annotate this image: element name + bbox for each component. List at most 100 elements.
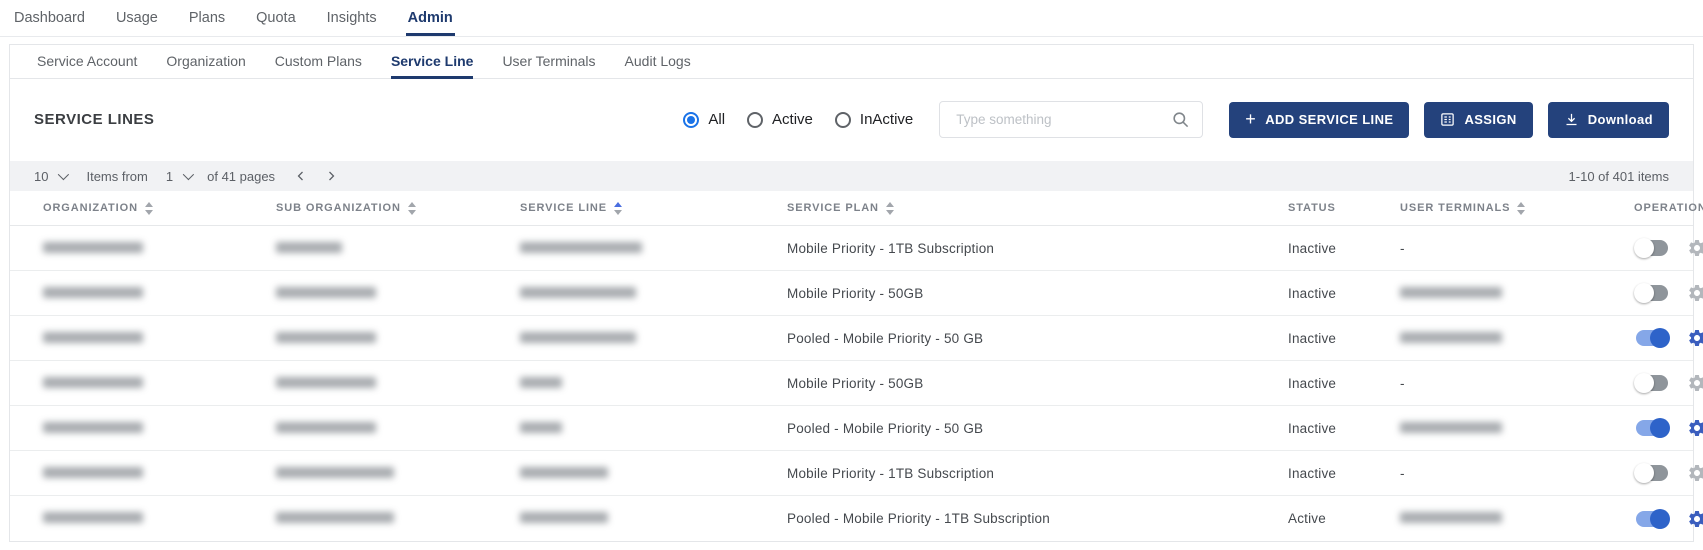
radio-label: All bbox=[708, 111, 725, 128]
page-nav bbox=[295, 170, 337, 182]
radio-label: InActive bbox=[860, 111, 913, 128]
pages-count-label: of 41 pages bbox=[207, 169, 275, 184]
tab-label: Audit Logs bbox=[625, 53, 691, 69]
column-header-user-terminals[interactable]: USER TERMINALS bbox=[1400, 202, 1634, 215]
redacted-text bbox=[520, 512, 608, 523]
gear-icon[interactable] bbox=[1687, 463, 1703, 483]
service-line-cell bbox=[520, 376, 787, 391]
column-header-service-line[interactable]: SERVICE LINE bbox=[520, 202, 787, 215]
redacted-text bbox=[520, 242, 642, 253]
user-terminals-cell: - bbox=[1400, 241, 1634, 256]
redacted-text bbox=[520, 332, 636, 343]
status-cell: Inactive bbox=[1288, 466, 1400, 481]
redacted-text bbox=[43, 242, 143, 253]
column-header-label: OPERATIONS bbox=[1634, 202, 1703, 214]
column-header-label: ORGANIZATION bbox=[43, 202, 138, 214]
organization-cell bbox=[43, 511, 276, 526]
sort-arrows-icon bbox=[408, 202, 416, 215]
user-terminals-cell bbox=[1400, 511, 1634, 526]
tab-user-terminals[interactable]: User Terminals bbox=[502, 45, 595, 78]
chevron-right-icon[interactable] bbox=[325, 170, 337, 182]
row-toggle[interactable] bbox=[1634, 328, 1670, 348]
tab-service-account[interactable]: Service Account bbox=[37, 45, 137, 78]
topnav-item-label: Insights bbox=[327, 10, 377, 26]
page-size-select[interactable]: 10 bbox=[34, 169, 66, 184]
row-toggle[interactable] bbox=[1634, 238, 1670, 258]
topnav-item-insights[interactable]: Insights bbox=[325, 0, 379, 36]
tab-service-line[interactable]: Service Line bbox=[391, 45, 474, 78]
organization-cell bbox=[43, 466, 276, 481]
gear-icon[interactable] bbox=[1687, 238, 1703, 258]
assign-button[interactable]: ASSIGN bbox=[1424, 102, 1532, 138]
row-toggle[interactable] bbox=[1634, 283, 1670, 303]
column-header-sub-organization[interactable]: SUB ORGANIZATION bbox=[276, 202, 520, 215]
user-terminals-cell bbox=[1400, 421, 1634, 436]
column-header-label: SUB ORGANIZATION bbox=[276, 202, 401, 214]
tab-organization[interactable]: Organization bbox=[166, 45, 245, 78]
tab-audit-logs[interactable]: Audit Logs bbox=[625, 45, 691, 78]
status-filter-inactive[interactable]: InActive bbox=[835, 111, 913, 128]
gear-icon[interactable] bbox=[1687, 328, 1703, 348]
row-toggle[interactable] bbox=[1634, 373, 1670, 393]
status-cell: Inactive bbox=[1288, 286, 1400, 301]
sub-organization-cell bbox=[276, 286, 520, 301]
operations-cell bbox=[1634, 418, 1703, 438]
sort-arrows-icon bbox=[886, 202, 894, 215]
search-icon[interactable] bbox=[1171, 110, 1190, 129]
table-row: Mobile Priority - 1TB Subscription Inact… bbox=[10, 226, 1693, 271]
toolbar: SERVICE LINES All Active InActive + ADD … bbox=[10, 79, 1693, 161]
topnav-item-label: Usage bbox=[116, 10, 158, 26]
sort-arrows-icon bbox=[614, 202, 622, 215]
status-filter-all[interactable]: All bbox=[683, 111, 725, 128]
download-label: Download bbox=[1588, 112, 1653, 127]
assign-icon bbox=[1440, 112, 1455, 127]
row-toggle[interactable] bbox=[1634, 463, 1670, 483]
service-plan-cell: Pooled - Mobile Priority - 50 GB bbox=[787, 421, 1288, 436]
service-line-cell bbox=[520, 511, 787, 526]
download-button[interactable]: Download bbox=[1548, 102, 1669, 138]
status-cell: Inactive bbox=[1288, 421, 1400, 436]
status-cell: Inactive bbox=[1288, 376, 1400, 391]
table-row: Pooled - Mobile Priority - 50 GB Inactiv… bbox=[10, 316, 1693, 361]
tab-custom-plans[interactable]: Custom Plans bbox=[275, 45, 362, 78]
page-value: 1 bbox=[166, 169, 173, 184]
chevron-left-icon[interactable] bbox=[295, 170, 307, 182]
topnav-item-plans[interactable]: Plans bbox=[187, 0, 227, 36]
table-header: ORGANIZATION SUB ORGANIZATION SERVICE LI… bbox=[10, 191, 1693, 226]
action-buttons: + ADD SERVICE LINE ASSIGN bbox=[1229, 102, 1669, 138]
gear-icon[interactable] bbox=[1687, 418, 1703, 438]
column-header-service-plan[interactable]: SERVICE PLAN bbox=[787, 202, 1288, 215]
service-plan-cell: Mobile Priority - 50GB bbox=[787, 376, 1288, 391]
row-toggle[interactable] bbox=[1634, 509, 1670, 529]
gear-icon[interactable] bbox=[1687, 509, 1703, 529]
column-header-label: STATUS bbox=[1288, 202, 1336, 214]
row-toggle[interactable] bbox=[1634, 418, 1670, 438]
status-cell: Active bbox=[1288, 511, 1400, 526]
sub-organization-cell bbox=[276, 466, 520, 481]
redacted-text bbox=[1400, 332, 1502, 343]
service-line-cell bbox=[520, 466, 787, 481]
page-select[interactable]: 1 bbox=[166, 169, 191, 184]
redacted-text bbox=[43, 377, 143, 388]
topnav-item-admin[interactable]: Admin bbox=[406, 0, 455, 36]
assign-label: ASSIGN bbox=[1464, 112, 1516, 127]
redacted-text bbox=[43, 512, 143, 523]
redacted-text bbox=[520, 467, 608, 478]
pagination-bar: 10 Items from 1 of 41 pages 1-10 of 401 … bbox=[10, 161, 1693, 191]
gear-icon[interactable] bbox=[1687, 373, 1703, 393]
add-service-line-button[interactable]: + ADD SERVICE LINE bbox=[1229, 102, 1409, 138]
status-filter-active[interactable]: Active bbox=[747, 111, 813, 128]
gear-icon[interactable] bbox=[1687, 283, 1703, 303]
operations-cell bbox=[1634, 463, 1703, 483]
redacted-text bbox=[276, 377, 376, 388]
service-line-cell bbox=[520, 241, 787, 256]
topnav-item-dashboard[interactable]: Dashboard bbox=[12, 0, 87, 36]
column-header-organization[interactable]: ORGANIZATION bbox=[43, 202, 276, 215]
topnav-item-usage[interactable]: Usage bbox=[114, 0, 160, 36]
redacted-text bbox=[1400, 422, 1502, 433]
redacted-text bbox=[276, 512, 394, 523]
topnav-item-label: Quota bbox=[256, 10, 296, 26]
topnav-item-quota[interactable]: Quota bbox=[254, 0, 298, 36]
search-input[interactable] bbox=[954, 111, 1171, 128]
sort-arrows-icon bbox=[1517, 202, 1525, 215]
